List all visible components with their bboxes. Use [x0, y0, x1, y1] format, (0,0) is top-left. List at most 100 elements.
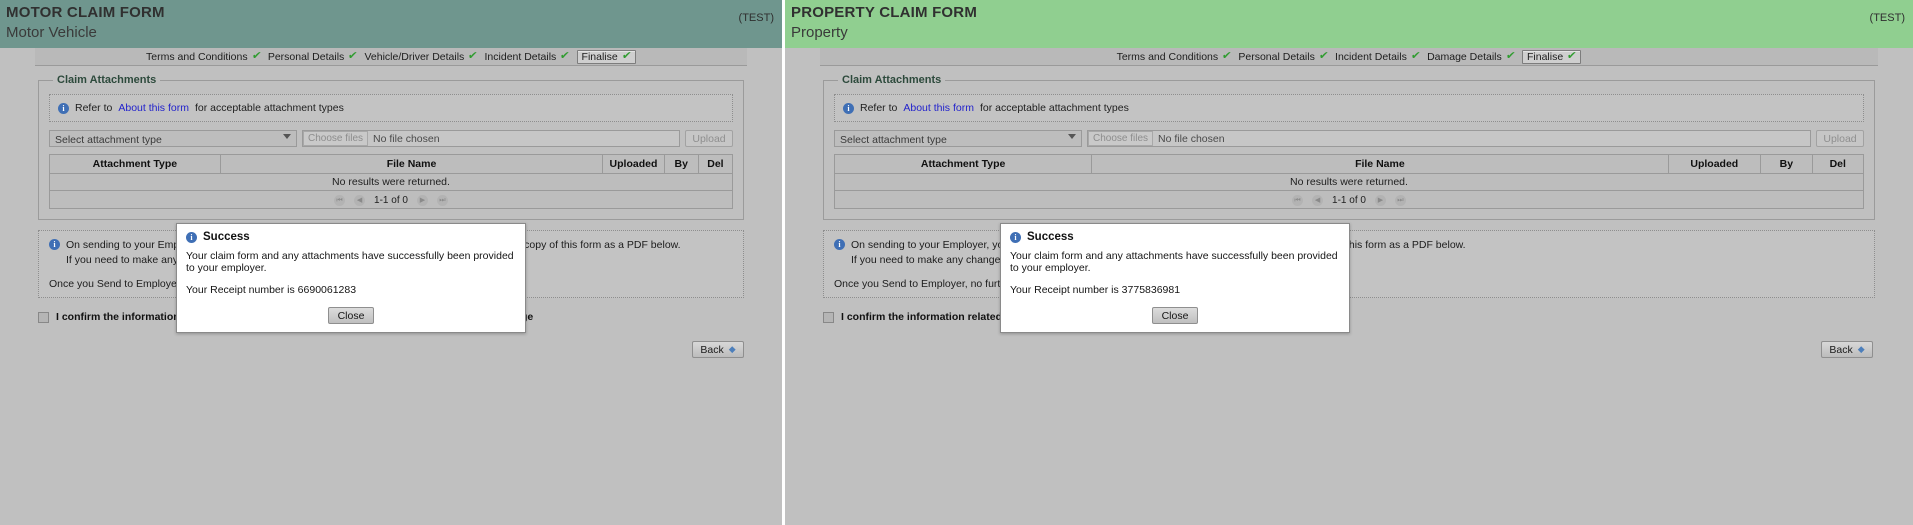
pagination: ⏮ ◀ 1-1 of 0 ▶ ⏭: [834, 190, 1864, 209]
property-success-modal: i Success Your claim form and any attach…: [1000, 223, 1350, 333]
attachments-table: Attachment Type File Name Uploaded By De…: [833, 154, 1865, 209]
step-personal-details[interactable]: Personal Details ✔: [268, 50, 359, 63]
modal-message: Your claim form and any attachments have…: [1010, 250, 1338, 274]
motor-success-modal: i Success Your claim form and any attach…: [176, 223, 526, 333]
motor-actions-row: Back ◆: [38, 341, 744, 358]
claim-attachments-fieldset: Claim Attachments i Refer to About this …: [823, 74, 1875, 220]
step-terms-and-conditions[interactable]: Terms and Conditions ✔: [1117, 50, 1233, 63]
table-header-row: Attachment Type File Name Uploaded By De…: [833, 154, 1865, 174]
step-vehicle-driver-details[interactable]: Vehicle/Driver Details ✔: [365, 50, 479, 63]
step-personal-details[interactable]: Personal Details ✔: [1238, 50, 1329, 63]
pager-next-icon[interactable]: ▶: [416, 195, 428, 206]
step-finalise[interactable]: Finalise ✔: [1521, 49, 1582, 64]
check-icon: ✔: [620, 50, 632, 62]
column-file-name: File Name: [219, 154, 604, 174]
modal-receipt-number: Your Receipt number is 6690061283: [186, 284, 357, 296]
file-input[interactable]: Choose files No file chosen: [302, 130, 680, 147]
confirm-checkbox[interactable]: [38, 311, 49, 323]
info-icon: i: [58, 102, 69, 114]
table-row: No results were returned.: [834, 173, 1864, 191]
upload-controls-row: Select attachment type Choose files No f…: [834, 130, 1864, 147]
choose-files-button[interactable]: Choose files: [303, 131, 369, 146]
step-finalise[interactable]: Finalise ✔: [576, 49, 636, 64]
motor-test-tag: (TEST): [738, 12, 774, 24]
motor-form-header: MOTOR CLAIM FORM Motor Vehicle (TEST): [0, 0, 782, 48]
about-this-form-link[interactable]: About this form: [903, 102, 974, 114]
modal-message: Your claim form and any attachments have…: [186, 250, 514, 274]
upload-button[interactable]: Upload: [1816, 130, 1864, 147]
attachment-type-value: Select attachment type: [55, 133, 162, 146]
property-claim-pane: PROPERTY CLAIM FORM Property (TEST) Term…: [785, 0, 1913, 525]
step-terms-and-conditions[interactable]: Terms and Conditions ✔: [146, 50, 262, 63]
property-attachments-wrap: Claim Attachments i Refer to About this …: [785, 66, 1913, 220]
check-icon: ✔: [467, 50, 479, 62]
motor-attachments-wrap: Claim Attachments i Refer to About this …: [0, 66, 782, 220]
choose-files-button[interactable]: Choose files: [1088, 131, 1154, 146]
motor-form-title: MOTOR CLAIM FORM: [6, 4, 165, 21]
claim-attachments-legend: Claim Attachments: [842, 74, 942, 86]
attachment-type-select[interactable]: Select attachment type: [49, 130, 297, 147]
attachment-type-value: Select attachment type: [840, 133, 947, 146]
pager-next-icon[interactable]: ▶: [1374, 195, 1386, 206]
pager-prev-icon[interactable]: ◀: [354, 195, 366, 206]
notice-suffix: for acceptable attachment types: [194, 102, 344, 114]
attachment-type-select[interactable]: Select attachment type: [834, 130, 1082, 147]
pager-first-icon[interactable]: ⏮: [334, 195, 346, 206]
about-this-form-link[interactable]: About this form: [118, 102, 189, 114]
chevron-down-icon: [283, 134, 291, 139]
claim-attachments-legend: Claim Attachments: [57, 74, 157, 86]
check-icon: ✔: [1410, 50, 1421, 62]
modal-title-row: i Success: [1010, 231, 1340, 243]
attachment-types-notice: i Refer to About this form for acceptabl…: [49, 94, 733, 122]
motor-step-navigation: Terms and Conditions ✔ Personal Details …: [35, 48, 747, 66]
table-pager-row: ⏮ ◀ 1-1 of 0 ▶ ⏭: [834, 190, 1864, 209]
property-actions-row: Back ◆: [823, 341, 1873, 358]
table-row: No results were returned.: [49, 173, 733, 191]
pager-range-label: 1-1 of 0: [374, 195, 408, 206]
column-by: By: [663, 154, 699, 174]
step-incident-details[interactable]: Incident Details ✔: [485, 50, 571, 63]
modal-receipt-number: Your Receipt number is 3775836981: [1010, 284, 1181, 296]
pager-first-icon[interactable]: ⏮: [1292, 195, 1304, 206]
check-icon: ✔: [1318, 50, 1329, 62]
modal-title: Success: [1027, 231, 1074, 243]
attachments-table: Attachment Type File Name Uploaded By De…: [49, 154, 734, 209]
notice-prefix: Refer to: [860, 102, 898, 114]
confirm-checkbox[interactable]: [823, 311, 834, 323]
check-icon: ✔: [1221, 50, 1233, 62]
check-icon: ✔: [1504, 50, 1516, 62]
modal-close-button[interactable]: Close: [327, 307, 375, 324]
upload-button[interactable]: Upload: [685, 130, 733, 147]
property-form-header: PROPERTY CLAIM FORM Property (TEST): [785, 0, 1913, 48]
file-input[interactable]: Choose files No file chosen: [1087, 130, 1811, 147]
info-icon: i: [834, 239, 845, 250]
check-icon: ✔: [559, 50, 571, 62]
dual-claim-form-screen: MOTOR CLAIM FORM Motor Vehicle (TEST) Te…: [0, 0, 1913, 525]
pager-last-icon[interactable]: ⏭: [436, 195, 448, 206]
back-button-label: Back: [1829, 343, 1853, 356]
column-file-name: File Name: [1091, 154, 1669, 174]
column-attachment-type: Attachment Type: [49, 154, 221, 174]
property-form-subtitle: Property: [791, 24, 848, 41]
column-del: Del: [697, 154, 734, 174]
notice-suffix: for acceptable attachment types: [979, 102, 1129, 114]
back-button[interactable]: Back ◆: [692, 341, 744, 358]
pager-range-label: 1-1 of 0: [1332, 195, 1366, 206]
modal-title: Success: [203, 231, 250, 243]
modal-close-button[interactable]: Close: [1151, 307, 1199, 324]
property-test-tag: (TEST): [1869, 12, 1905, 24]
step-damage-details[interactable]: Damage Details ✔: [1427, 50, 1516, 63]
notice-prefix: Refer to: [75, 102, 113, 114]
step-incident-details[interactable]: Incident Details ✔: [1335, 50, 1421, 63]
pager-prev-icon[interactable]: ◀: [1312, 195, 1324, 206]
pager-last-icon[interactable]: ⏭: [1394, 195, 1406, 206]
property-form-body: Terms and Conditions ✔ Personal Details …: [785, 48, 1913, 525]
claim-attachments-fieldset: Claim Attachments i Refer to About this …: [38, 74, 744, 220]
column-del: Del: [1811, 154, 1865, 174]
modal-title-row: i Success: [186, 231, 516, 243]
back-button[interactable]: Back ◆: [1821, 341, 1873, 358]
motor-claim-pane: MOTOR CLAIM FORM Motor Vehicle (TEST) Te…: [0, 0, 782, 525]
check-icon: ✔: [347, 50, 359, 62]
info-icon: i: [1010, 231, 1021, 243]
column-uploaded: Uploaded: [602, 154, 665, 174]
